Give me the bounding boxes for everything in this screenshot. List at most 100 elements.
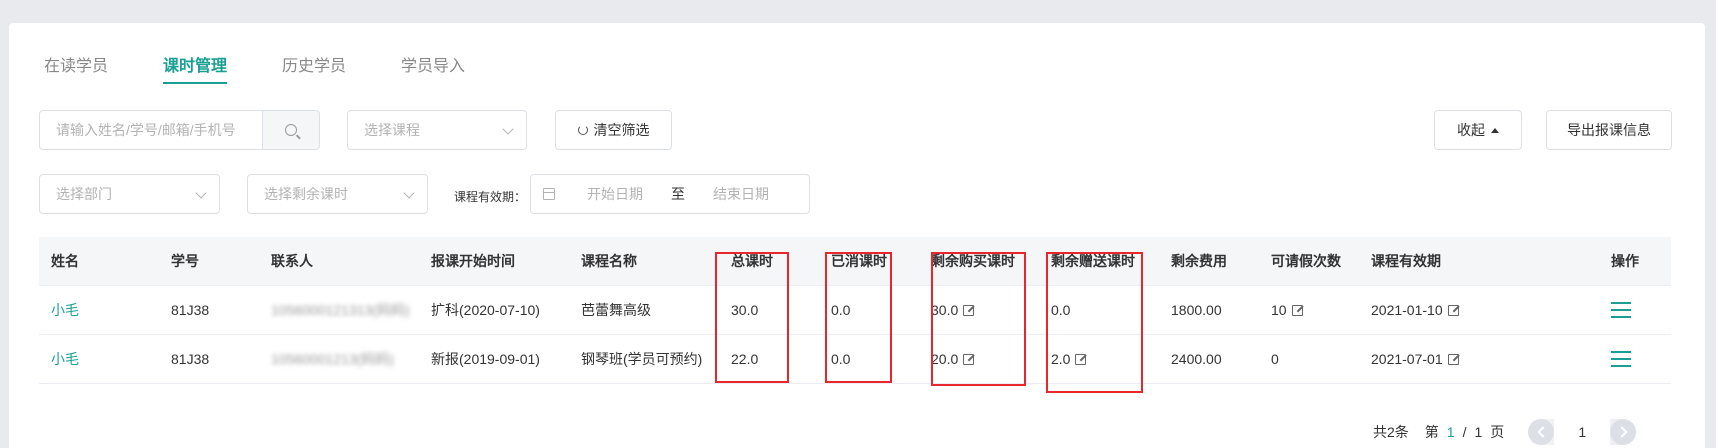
current-page: 1 xyxy=(1446,424,1455,440)
page-prefix: 第 xyxy=(1424,424,1439,440)
collapse-label: 收起 xyxy=(1457,122,1485,138)
next-page-button[interactable] xyxy=(1610,419,1637,445)
leave-count: 0 xyxy=(1271,351,1279,367)
contact: 10560001213(妈妈) xyxy=(271,351,394,367)
header-leave-count: 可请假次数 xyxy=(1271,253,1341,269)
header-start-time: 报课开始时间 xyxy=(431,253,515,269)
leave-count-cell: 10 xyxy=(1271,302,1303,318)
clear-filters-button[interactable]: 清空筛选 xyxy=(555,110,672,150)
tab-lesson-management[interactable]: 课时管理 xyxy=(163,52,228,86)
search-button[interactable] xyxy=(262,110,320,150)
edit-icon[interactable] xyxy=(963,353,975,365)
leave-count: 10 xyxy=(1271,302,1287,318)
tab-current-students[interactable]: 在读学员 xyxy=(44,52,108,86)
header-name: 姓名 xyxy=(51,253,79,269)
start-date-input[interactable]: 开始日期 xyxy=(587,184,643,204)
course-select[interactable]: 选择课程 xyxy=(347,110,527,150)
start-time: 新报(2019-09-01) xyxy=(431,351,540,367)
remaining-purchased-cell: 20.0 xyxy=(931,351,975,367)
export-label: 导出报课信息 xyxy=(1567,122,1651,138)
remaining-purchased: 20.0 xyxy=(931,351,959,367)
chevron-down-icon xyxy=(502,123,514,135)
student-id: 81J38 xyxy=(171,302,210,318)
actions-cell xyxy=(1611,302,1631,318)
chevron-down-icon xyxy=(195,187,207,199)
header-total-hours: 总课时 xyxy=(731,253,773,269)
remaining-purchased-cell: 30.0 xyxy=(931,302,975,318)
start-time: 扩科(2020-07-10) xyxy=(431,302,540,318)
end-date-input[interactable]: 结束日期 xyxy=(713,184,769,204)
header-validity: 课程有效期 xyxy=(1371,253,1441,269)
edit-icon[interactable] xyxy=(1447,304,1459,316)
caret-up-icon xyxy=(1491,127,1499,133)
main-card xyxy=(9,23,1705,448)
header-remaining-fee: 剩余费用 xyxy=(1171,253,1227,269)
student-id: 81J38 xyxy=(171,351,210,367)
tab-bar: 在读学员 课时管理 历史学员 学员导入 xyxy=(44,52,520,86)
header-student-id: 学号 xyxy=(171,253,199,269)
course-name: 钢琴班(学员可预约) xyxy=(581,351,703,367)
search-placeholder: 请输入姓名/学号/邮箱/手机号 xyxy=(56,122,236,138)
remaining-hours-placeholder: 选择剩余课时 xyxy=(264,186,348,202)
date-range-picker[interactable]: 开始日期 至 结束日期 xyxy=(530,174,810,214)
header-actions: 操作 xyxy=(1611,253,1639,269)
calendar-icon xyxy=(543,188,555,200)
validity: 2021-01-10 xyxy=(1371,302,1443,318)
clear-filters-label: 清空筛选 xyxy=(593,122,650,138)
remaining-gift: 0.0 xyxy=(1051,302,1071,318)
contact: 1056000121313(妈妈) xyxy=(271,302,410,318)
validity-filter-label: 课程有效期： xyxy=(454,190,527,204)
course-name: 芭蕾舞高级 xyxy=(581,302,651,318)
student-name-link[interactable]: 小毛 xyxy=(51,349,79,369)
prev-page-button[interactable] xyxy=(1528,419,1555,445)
table-row: 小毛 81J38 1056000121313(妈妈) 扩科(2020-07-10… xyxy=(39,286,1671,335)
consumed-hours: 0.0 xyxy=(831,302,851,318)
remaining-fee: 1800.00 xyxy=(1171,302,1222,318)
total-count: 共2条 xyxy=(1373,424,1409,440)
student-name-link[interactable]: 小毛 xyxy=(51,300,79,320)
page-jumper: 1 xyxy=(1528,419,1637,445)
remaining-purchased: 30.0 xyxy=(931,302,959,318)
header-contact: 联系人 xyxy=(271,253,313,269)
chevron-down-icon xyxy=(403,187,415,199)
validity: 2021-07-01 xyxy=(1371,351,1443,367)
validity-cell: 2021-07-01 xyxy=(1371,351,1459,367)
table-row: 小毛 81J38 10560001213(妈妈) 新报(2019-09-01) … xyxy=(39,335,1671,384)
table-header: 姓名 学号 联系人 报课开始时间 课程名称 总课时 已消课时 剩余购买课时 剩余… xyxy=(39,237,1671,286)
page-input[interactable]: 1 xyxy=(1554,419,1611,445)
header-consumed-hours: 已消课时 xyxy=(831,253,887,269)
validity-cell: 2021-01-10 xyxy=(1371,302,1459,318)
department-placeholder: 选择部门 xyxy=(56,186,112,202)
pagination: 共2条 第 1 / 1 页 1 xyxy=(1373,419,1637,445)
date-separator: 至 xyxy=(671,186,685,202)
edit-icon[interactable] xyxy=(1291,304,1303,316)
search-input[interactable]: 请输入姓名/学号/邮箱/手机号 xyxy=(39,110,263,150)
header-remaining-gift: 剩余赠送课时 xyxy=(1051,253,1135,269)
header-remaining-purchased: 剩余购买课时 xyxy=(931,253,1015,269)
tab-history-students[interactable]: 历史学员 xyxy=(282,52,346,86)
total-hours: 22.0 xyxy=(731,351,759,367)
export-button[interactable]: 导出报课信息 xyxy=(1546,110,1672,150)
remaining-gift-cell: 2.0 xyxy=(1051,351,1087,367)
consumed-hours: 0.0 xyxy=(831,351,851,367)
remaining-hours-select[interactable]: 选择剩余课时 xyxy=(247,174,428,214)
collapse-button[interactable]: 收起 xyxy=(1434,110,1522,150)
total-pages: 1 xyxy=(1474,424,1483,440)
tab-student-import[interactable]: 学员导入 xyxy=(401,52,465,86)
search-icon xyxy=(285,124,297,136)
menu-icon[interactable] xyxy=(1611,302,1631,318)
edit-icon[interactable] xyxy=(1075,353,1087,365)
edit-icon[interactable] xyxy=(1447,353,1459,365)
refresh-icon xyxy=(577,125,588,135)
edit-icon[interactable] xyxy=(963,304,975,316)
lesson-table: 姓名 学号 联系人 报课开始时间 课程名称 总课时 已消课时 剩余购买课时 剩余… xyxy=(39,237,1671,384)
course-select-placeholder: 选择课程 xyxy=(364,122,420,138)
page-separator: / xyxy=(1462,424,1467,440)
total-hours: 30.0 xyxy=(731,302,759,318)
department-select[interactable]: 选择部门 xyxy=(39,174,220,214)
remaining-fee: 2400.00 xyxy=(1171,351,1222,367)
header-course-name: 课程名称 xyxy=(581,253,637,269)
menu-icon[interactable] xyxy=(1611,351,1631,367)
actions-cell xyxy=(1611,351,1631,367)
page-suffix: 页 xyxy=(1490,424,1505,440)
